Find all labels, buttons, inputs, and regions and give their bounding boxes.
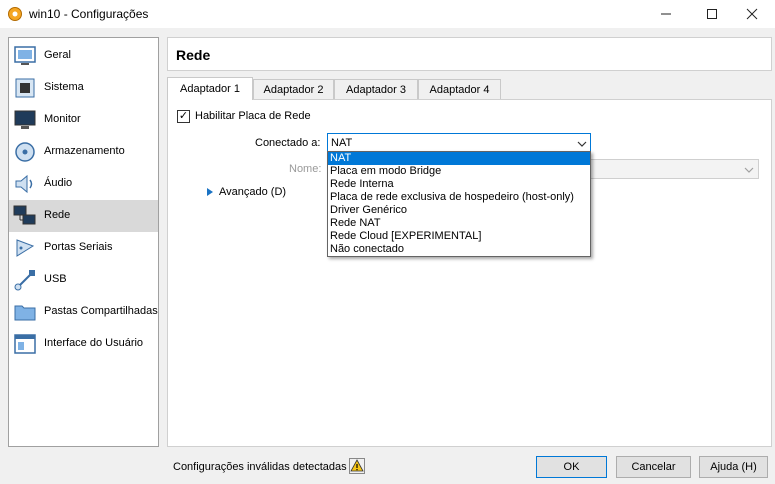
dropdown-option-generic[interactable]: Driver Genérico	[328, 204, 590, 217]
sidebar-item-user-interface[interactable]: Interface do Usuário	[9, 328, 158, 360]
sidebar-item-label: Monitor	[44, 113, 81, 125]
dropdown-option-internal[interactable]: Rede Interna	[328, 178, 590, 191]
attached-to-dropdown-list: NAT Placa em modo Bridge Rede Interna Pl…	[327, 151, 591, 257]
chevron-down-icon	[744, 167, 754, 173]
sidebar-item-label: Sistema	[44, 81, 84, 93]
dropdown-option-bridge[interactable]: Placa em modo Bridge	[328, 165, 590, 178]
minimize-icon	[661, 13, 671, 15]
settings-sidebar: Geral Sistema Monitor Armazenamento Áudi…	[8, 37, 159, 447]
sidebar-item-label: Áudio	[44, 177, 73, 189]
enable-adapter-label: Habilitar Placa de Rede	[195, 110, 311, 122]
dropdown-option-host-only[interactable]: Placa de rede exclusiva de hospedeiro (h…	[328, 191, 590, 204]
sidebar-item-serial-ports[interactable]: Portas Seriais	[9, 232, 158, 264]
close-button[interactable]	[729, 0, 775, 28]
dropdown-option-nat-network[interactable]: Rede NAT	[328, 217, 590, 230]
attached-to-value: NAT	[331, 137, 353, 149]
sidebar-item-audio[interactable]: Áudio	[9, 168, 158, 200]
page-title: Rede	[176, 47, 211, 63]
shared-folder-icon	[14, 305, 36, 321]
cancel-button[interactable]: Cancelar	[616, 456, 691, 478]
dropdown-option-nat[interactable]: NAT	[328, 152, 590, 165]
display-monitor-icon	[14, 110, 36, 129]
sidebar-item-label: Geral	[44, 49, 71, 61]
sidebar-item-label: Interface do Usuário	[44, 337, 144, 349]
tab-adapter-3[interactable]: Adaptador 3	[334, 79, 418, 99]
minimize-button[interactable]	[643, 0, 689, 28]
sidebar-item-label: USB	[44, 273, 67, 285]
help-button[interactable]: Ajuda (H)	[699, 456, 768, 478]
network-icon	[13, 205, 36, 225]
user-interface-icon	[14, 334, 36, 354]
virtualbox-gear-icon	[8, 7, 22, 21]
sidebar-item-shared-folders[interactable]: Pastas Compartilhadas	[9, 296, 158, 328]
storage-disk-icon	[15, 142, 35, 162]
sidebar-item-label: Rede	[44, 209, 71, 221]
sidebar-item-network[interactable]: Rede	[9, 200, 158, 232]
serial-port-icon	[16, 239, 35, 257]
sidebar-item-storage[interactable]: Armazenamento	[9, 136, 158, 168]
sidebar-item-usb[interactable]: USB	[9, 264, 158, 296]
sidebar-item-label: Portas Seriais	[44, 241, 113, 253]
tab-adapter-2[interactable]: Adaptador 2	[253, 79, 334, 99]
system-chip-icon	[15, 78, 35, 98]
sidebar-item-system[interactable]: Sistema	[9, 72, 158, 104]
usb-icon	[14, 270, 35, 291]
sidebar-item-label: Pastas Compartilhadas	[44, 305, 158, 317]
sidebar-item-general[interactable]: Geral	[9, 40, 158, 72]
enable-adapter-checkbox[interactable]: ✓	[177, 110, 190, 123]
maximize-icon	[707, 9, 717, 19]
sidebar-item-display[interactable]: Monitor	[9, 104, 158, 136]
advanced-toggle[interactable]: Avançado (D)	[219, 186, 286, 198]
dropdown-option-not-attached[interactable]: Não conectado	[328, 243, 590, 256]
attached-to-select[interactable]: NAT	[327, 133, 591, 153]
expand-arrow-icon[interactable]	[206, 187, 214, 197]
dropdown-option-cloud[interactable]: Rede Cloud [EXPERIMENTAL]	[328, 230, 590, 243]
ok-button[interactable]: OK	[536, 456, 607, 478]
tab-adapter-1[interactable]: Adaptador 1	[167, 77, 253, 100]
attached-to-label: Conectado a:	[255, 137, 321, 149]
close-icon	[746, 8, 758, 20]
sidebar-item-label: Armazenamento	[44, 145, 125, 157]
name-label: Nome:	[289, 163, 322, 175]
tab-adapter-4[interactable]: Adaptador 4	[418, 79, 501, 99]
speaker-icon	[15, 174, 33, 194]
invalid-settings-status: Configurações inválidas detectadas	[173, 461, 347, 473]
warning-icon[interactable]	[349, 458, 365, 474]
section-header	[167, 37, 772, 71]
window-title: win10 - Configurações	[29, 7, 149, 21]
general-icon	[14, 46, 36, 65]
chevron-down-icon	[577, 141, 587, 147]
